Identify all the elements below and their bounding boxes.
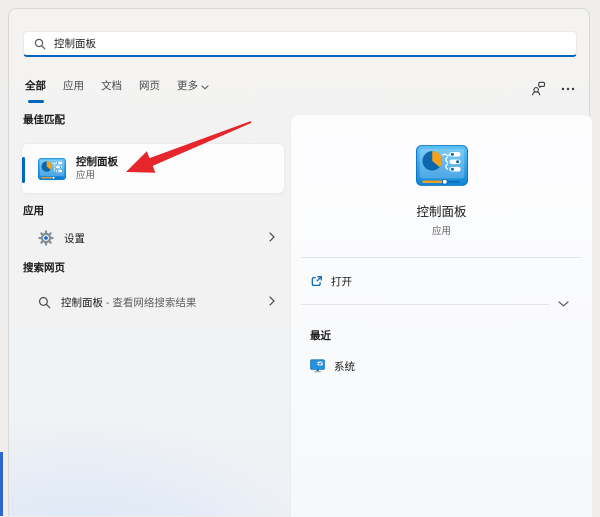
search-icon [34, 38, 46, 50]
expand-chevron-down-icon[interactable] [558, 300, 569, 308]
tab-all-label: 全部 [25, 80, 46, 92]
control-panel-icon [414, 144, 469, 191]
divider [301, 257, 581, 258]
best-match-subtitle: 应用 [76, 170, 96, 181]
tab-web-label: 网页 [139, 80, 160, 92]
preview-panel: 控制面板 应用 打开 最近 系统 [290, 114, 592, 517]
search-box[interactable] [23, 31, 577, 57]
best-match-item-control-panel[interactable]: 控制面板 应用 [21, 143, 285, 194]
chevron-down-icon [201, 81, 209, 93]
tab-more-label: 更多 [177, 80, 198, 92]
tab-web[interactable]: 网页 [139, 75, 160, 103]
best-match-title: 控制面板 [76, 156, 118, 168]
tab-documents[interactable]: 文档 [101, 75, 122, 103]
web-search-hint: - 查看网络搜索结果 [103, 296, 197, 309]
search-input[interactable] [54, 37, 576, 50]
system-monitor-icon [310, 359, 325, 373]
apps-section-header: 应用 [23, 205, 44, 217]
search-icon [38, 296, 51, 309]
list-item-web-search[interactable]: 控制面板 - 查看网络搜索结果 [21, 285, 285, 319]
list-item-settings[interactable]: 设置 [21, 221, 285, 255]
open-action-button[interactable]: 打开 [310, 270, 352, 292]
settings-gear-icon [38, 230, 54, 246]
preview-title: 控制面板 [416, 205, 467, 219]
divider [301, 304, 549, 305]
web-section-header: 搜索网页 [23, 262, 65, 274]
tab-selected-underline [27, 100, 44, 103]
more-options-icon[interactable] [561, 87, 575, 91]
open-label: 打开 [331, 275, 352, 288]
tab-apps[interactable]: 应用 [63, 75, 84, 103]
account-icon[interactable] [531, 81, 546, 96]
search-filter-tabs: 全部 应用 文档 网页 更多 [25, 75, 209, 103]
best-match-header: 最佳匹配 [23, 114, 65, 126]
recent-item-label: 系统 [334, 360, 355, 373]
open-external-icon [310, 275, 323, 288]
preview-subtitle: 应用 [431, 226, 451, 237]
settings-label: 设置 [64, 232, 85, 245]
background-window-edge [0, 452, 3, 516]
tab-apps-label: 应用 [63, 80, 84, 92]
recent-section-header: 最近 [310, 330, 331, 342]
search-flyout-window: 全部 应用 文档 网页 更多 最佳匹配 [8, 8, 592, 517]
chevron-right-icon[interactable] [269, 293, 275, 311]
recent-item-system[interactable]: 系统 [310, 355, 355, 377]
web-search-query: 控制面板 [61, 296, 103, 309]
tab-all[interactable]: 全部 [25, 75, 46, 103]
selection-accent-bar [22, 157, 25, 183]
tab-more[interactable]: 更多 [177, 75, 209, 103]
chevron-right-icon[interactable] [269, 229, 275, 247]
tab-documents-label: 文档 [101, 80, 122, 92]
control-panel-icon [38, 157, 66, 180]
